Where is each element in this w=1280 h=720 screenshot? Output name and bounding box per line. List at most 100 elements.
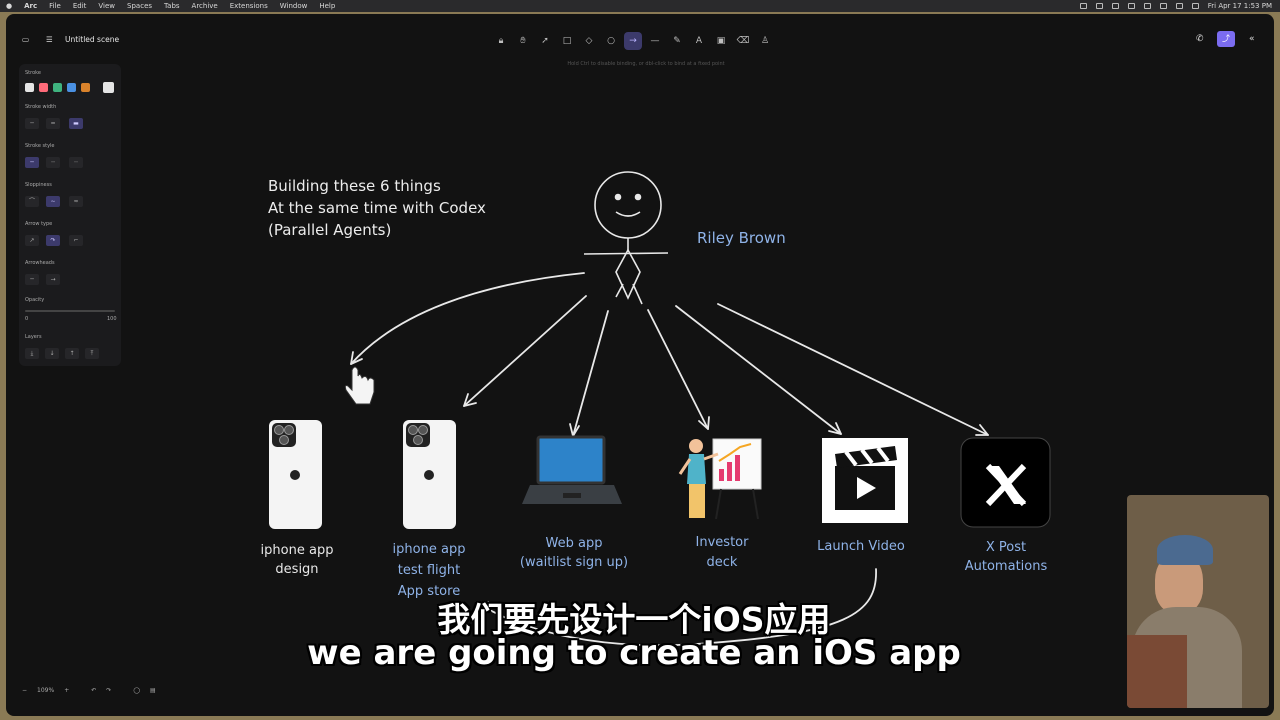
clapperboard-icon[interactable] <box>822 438 908 523</box>
hand-icon[interactable]: ✋︎ <box>514 32 532 50</box>
canvas-heading[interactable]: Building these 6 things At the same time… <box>268 175 486 241</box>
stroke-style-dashed[interactable]: ┄ <box>46 157 60 168</box>
undo-icon[interactable]: ↶ <box>91 687 96 694</box>
line-icon[interactable]: — <box>646 32 664 50</box>
main-toolbar: 🔒︎ ✋︎ ➚ □ ◇ ○ → — ✎ A ▣ ⌫ ♙ <box>492 32 774 50</box>
arrow-icon[interactable]: → <box>624 32 642 50</box>
canvas-heading-line: (Parallel Agents) <box>268 221 392 239</box>
arrow-to-iphone-testflight[interactable] <box>463 295 587 407</box>
person-name-label[interactable]: Riley Brown <box>697 229 786 247</box>
arrow-type-curved[interactable]: ↷ <box>46 235 60 246</box>
collapse-icon[interactable]: « <box>1249 34 1255 44</box>
laptop-icon[interactable] <box>522 435 622 504</box>
apple-icon[interactable]: ● <box>6 0 12 12</box>
eraser-icon[interactable]: ⌫ <box>734 32 752 50</box>
image-icon[interactable]: ▣ <box>712 32 730 50</box>
diamond-icon[interactable]: ◇ <box>580 32 598 50</box>
item-label[interactable]: X Post Automations <box>946 538 1066 576</box>
menu-spaces[interactable]: Spaces <box>127 0 152 12</box>
extra-icon[interactable]: ♙ <box>756 32 774 50</box>
stroke-color-red[interactable] <box>39 83 48 92</box>
send-to-back-icon[interactable]: ⤓ <box>25 348 39 359</box>
bring-forward-icon[interactable]: ↑ <box>65 348 79 359</box>
stroke-style-dotted[interactable]: ┈ <box>69 157 83 168</box>
status-icon[interactable] <box>1079 3 1087 9</box>
properties-panel: Stroke Stroke width ─ ━ ▬ Stroke style ─… <box>19 64 121 366</box>
sloppiness-architect[interactable]: ⌒ <box>25 196 39 207</box>
stroke-style-solid[interactable]: ─ <box>25 157 39 168</box>
arrowheads-label: Arrowheads <box>25 260 55 266</box>
stroke-width-extra[interactable]: ▬ <box>69 118 83 129</box>
item-label-line: iphone app <box>260 543 334 558</box>
hand-cursor-icon <box>344 366 375 405</box>
share-button[interactable]: ⤴ <box>1217 31 1235 47</box>
rectangle-icon[interactable]: □ <box>558 32 576 50</box>
menu-file[interactable]: File <box>49 0 61 12</box>
stroke-width-bold[interactable]: ━ <box>46 118 60 129</box>
status-icon[interactable] <box>1143 3 1151 9</box>
status-icon[interactable] <box>1127 3 1135 9</box>
menubar-clock[interactable]: Fri Apr 17 1:53 PM <box>1208 0 1272 12</box>
lock-icon[interactable]: 🔒︎ <box>492 32 510 50</box>
bring-to-front-icon[interactable]: ⤒ <box>85 348 99 359</box>
menu-arc[interactable]: Arc <box>24 0 37 12</box>
item-label[interactable]: iphone app design <box>242 541 352 579</box>
sloppiness-label: Sloppiness <box>25 182 52 188</box>
menu-window[interactable]: Window <box>280 0 308 12</box>
zoom-in-button[interactable]: + <box>64 687 69 694</box>
stroke-color-blue[interactable] <box>67 83 76 92</box>
subtitle-english: we are going to create an iOS app <box>307 633 961 673</box>
main-menu-icon[interactable]: ☰ <box>46 35 53 44</box>
stick-figure[interactable] <box>583 171 669 305</box>
item-label[interactable]: Investor deck <box>672 533 772 573</box>
arrowhead-end[interactable]: → <box>46 274 60 285</box>
stroke-width-label: Stroke width <box>25 104 57 110</box>
menu-extensions[interactable]: Extensions <box>230 0 268 12</box>
ellipse-icon[interactable]: ○ <box>602 32 620 50</box>
status-icon[interactable] <box>1095 3 1103 9</box>
menu-edit[interactable]: Edit <box>73 0 87 12</box>
item-label[interactable]: Launch Video <box>801 539 921 554</box>
wifi-icon[interactable] <box>1175 3 1183 9</box>
sidebar-toggle-icon[interactable]: ▭ <box>22 35 29 44</box>
arrowhead-start[interactable]: ─ <box>25 274 39 285</box>
stroke-color-orange[interactable] <box>81 83 90 92</box>
stroke-width-thin[interactable]: ─ <box>25 118 39 129</box>
text-icon[interactable]: A <box>690 32 708 50</box>
comment-icon[interactable]: ◯ <box>133 687 140 694</box>
menu-archive[interactable]: Archive <box>192 0 218 12</box>
zoom-out-button[interactable]: − <box>22 687 27 694</box>
battery-icon[interactable] <box>1191 3 1199 9</box>
send-backward-icon[interactable]: ↓ <box>45 348 59 359</box>
iphone-icon[interactable] <box>403 420 456 529</box>
status-icon[interactable] <box>1159 3 1167 9</box>
menu-tabs[interactable]: Tabs <box>164 0 180 12</box>
pencil-icon[interactable]: ✎ <box>668 32 686 50</box>
opacity-slider[interactable] <box>25 310 115 312</box>
stroke-color-picker[interactable] <box>103 82 114 93</box>
phone-icon[interactable]: ✆ <box>1196 34 1204 44</box>
status-icon[interactable] <box>1111 3 1119 9</box>
arrow-type-sharp[interactable]: ↗ <box>25 235 39 246</box>
x-logo-icon[interactable] <box>960 437 1051 528</box>
arrow-to-web-app[interactable] <box>572 310 609 437</box>
sloppiness-artist[interactable]: ∼ <box>46 196 60 207</box>
item-label-line: deck <box>706 555 738 570</box>
scene-title[interactable]: Untitled scene <box>65 35 119 44</box>
sloppiness-cartoonist[interactable]: ≈ <box>69 196 83 207</box>
menu-help[interactable]: Help <box>319 0 335 12</box>
presenter-icon[interactable] <box>678 438 762 520</box>
menu-view[interactable]: View <box>98 0 115 12</box>
redo-icon[interactable]: ↷ <box>106 687 111 694</box>
arrow-to-investor-deck[interactable] <box>647 309 709 430</box>
arrow-type-elbow[interactable]: ⌐ <box>69 235 83 246</box>
pointer-icon[interactable]: ➚ <box>536 32 554 50</box>
arrow-to-iphone-design[interactable] <box>350 272 585 365</box>
stroke-color-green[interactable] <box>53 83 62 92</box>
canvas-heading-line: Building these 6 things <box>268 177 441 195</box>
iphone-icon[interactable] <box>269 420 322 529</box>
zoom-level[interactable]: 109% <box>37 687 54 694</box>
item-label[interactable]: Web app (waitlist sign up) <box>499 534 649 572</box>
stroke-color-white[interactable] <box>25 83 34 92</box>
chat-icon[interactable]: ▤ <box>150 687 156 694</box>
